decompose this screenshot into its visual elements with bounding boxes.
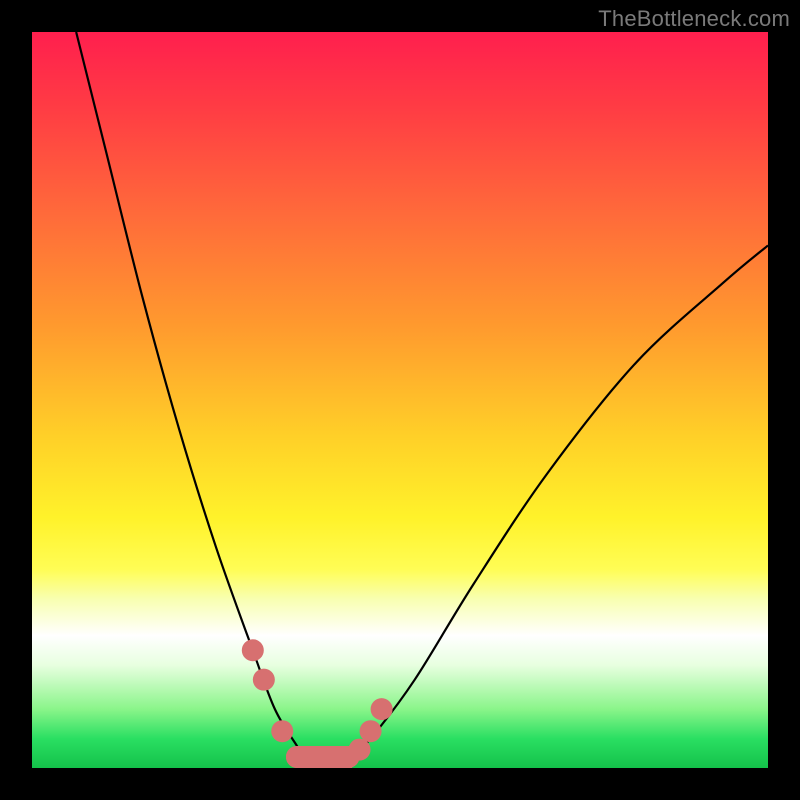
curve-left-branch xyxy=(76,32,312,768)
curve-right-branch xyxy=(341,245,768,768)
highlight-dot xyxy=(349,739,371,761)
highlight-dot xyxy=(271,720,293,742)
highlight-dot xyxy=(253,669,275,691)
chart-frame: TheBottleneck.com xyxy=(0,0,800,800)
highlight-dot xyxy=(360,720,382,742)
highlight-dot xyxy=(371,698,393,720)
plot-area xyxy=(32,32,768,768)
highlight-dot xyxy=(242,639,264,661)
watermark-text: TheBottleneck.com xyxy=(598,6,790,32)
bottleneck-curve xyxy=(32,32,768,768)
